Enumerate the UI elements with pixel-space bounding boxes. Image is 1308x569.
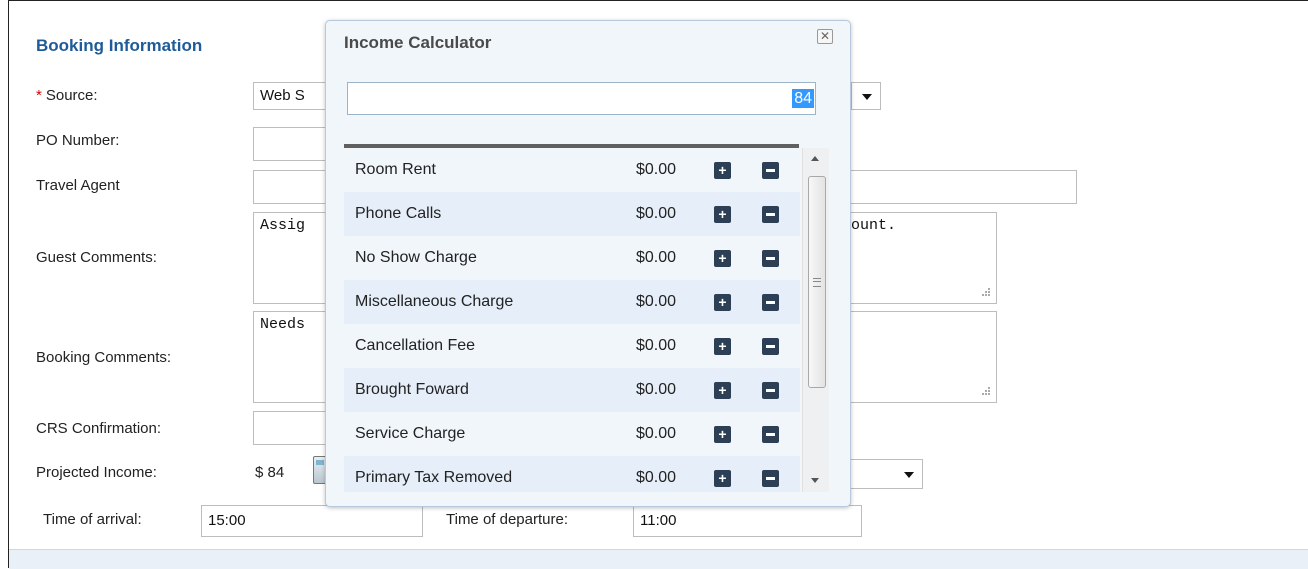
add-charge-button[interactable]: +	[714, 206, 731, 223]
crs-confirmation-input[interactable]	[253, 411, 333, 445]
add-charge-button[interactable]: +	[714, 162, 731, 179]
charge-amount: $0.00	[636, 205, 677, 222]
arrival-label: Time of arrival:	[43, 511, 142, 528]
booking-comments-textarea-right[interactable]	[840, 311, 997, 403]
resize-grip-icon[interactable]	[981, 287, 991, 297]
booking-comments-label: Booking Comments:	[36, 349, 172, 366]
charge-list: Room Rent $0.00 + Phone Calls $0.00 + No…	[344, 148, 800, 492]
source-label-text: Source:	[45, 87, 98, 104]
income-calculator-dialog: Income Calculator ✕ 84 Room Rent $0.00 +…	[325, 20, 851, 507]
charge-label: Room Rent	[355, 161, 436, 178]
charge-row: Cancellation Fee $0.00 +	[344, 324, 800, 368]
remove-charge-button[interactable]	[762, 206, 779, 223]
arrival-input[interactable]: 15:00	[201, 505, 423, 537]
add-charge-button[interactable]: +	[714, 338, 731, 355]
remove-charge-button[interactable]	[762, 382, 779, 399]
crs-confirmation-label: CRS Confirmation:	[36, 420, 162, 437]
departure-input[interactable]: 11:00	[633, 505, 862, 537]
remove-charge-button[interactable]	[762, 250, 779, 267]
po-number-input[interactable]	[253, 127, 333, 161]
add-charge-button[interactable]: +	[714, 382, 731, 399]
charge-row: Room Rent $0.00 +	[344, 148, 800, 192]
po-number-label: PO Number:	[36, 132, 120, 149]
add-charge-button[interactable]: +	[714, 294, 731, 311]
required-marker: *	[36, 87, 42, 104]
remove-charge-button[interactable]	[762, 162, 779, 179]
source-label: * Source:	[36, 87, 98, 104]
charge-list-scrollbar[interactable]	[802, 148, 829, 492]
charge-label: Cancellation Fee	[355, 337, 476, 354]
add-charge-button[interactable]: +	[714, 250, 731, 267]
charge-label: Miscellaneous Charge	[355, 293, 514, 310]
travel-agent-input-left[interactable]	[253, 170, 333, 204]
charge-row: Brought Foward $0.00 +	[344, 368, 800, 412]
charge-amount: $0.00	[636, 469, 677, 486]
charge-label: Primary Tax Removed	[355, 469, 513, 486]
booking-comments-textarea[interactable]: Needs	[253, 311, 333, 403]
scroll-up-icon[interactable]	[811, 156, 819, 161]
guest-comments-visible-end: ount.	[851, 217, 897, 234]
departure-label: Time of departure:	[446, 511, 568, 528]
dialog-title: Income Calculator	[344, 33, 492, 52]
chevron-down-icon	[862, 94, 872, 100]
charge-amount: $0.00	[636, 249, 677, 266]
charge-row: Phone Calls $0.00 +	[344, 192, 800, 236]
charge-amount: $0.00	[636, 337, 677, 354]
calculator-total-input[interactable]: 84	[347, 82, 816, 115]
charge-label: Phone Calls	[355, 205, 442, 222]
charge-row: Miscellaneous Charge $0.00 +	[344, 280, 800, 324]
footer-band	[9, 549, 1308, 569]
remove-charge-button[interactable]	[762, 470, 779, 487]
charge-label: Brought Foward	[355, 381, 469, 398]
projected-income-label: Projected Income:	[36, 464, 157, 481]
add-charge-button[interactable]: +	[714, 470, 731, 487]
charge-label: No Show Charge	[355, 249, 477, 266]
add-charge-button[interactable]: +	[714, 426, 731, 443]
projected-income-value: $ 84	[255, 464, 285, 481]
remove-charge-button[interactable]	[762, 294, 779, 311]
resize-grip-icon[interactable]	[981, 386, 991, 396]
charge-amount: $0.00	[636, 161, 677, 178]
chevron-down-icon	[904, 472, 914, 478]
guest-comments-textarea-right[interactable]: ount.	[840, 212, 997, 304]
grip-icon	[813, 278, 821, 287]
source-select[interactable]: Web S	[253, 82, 333, 110]
travel-agent-label: Travel Agent	[36, 177, 120, 194]
remove-charge-button[interactable]	[762, 426, 779, 443]
guest-comments-textarea[interactable]: Assig	[253, 212, 333, 304]
charge-label: Service Charge	[355, 425, 466, 442]
remove-charge-button[interactable]	[762, 338, 779, 355]
section-title: Booking Information	[36, 36, 203, 55]
source-select-value: Web S	[260, 87, 305, 104]
charge-amount: $0.00	[636, 425, 677, 442]
close-icon[interactable]: ✕	[817, 29, 833, 44]
source-dropdown-toggle[interactable]	[851, 82, 881, 110]
scroll-down-icon[interactable]	[811, 478, 819, 483]
charge-row: Primary Tax Removed $0.00 +	[344, 456, 800, 492]
charge-amount: $0.00	[636, 381, 677, 398]
projected-income-select[interactable]	[840, 459, 923, 489]
scroll-thumb[interactable]	[808, 176, 826, 388]
charge-row: Service Charge $0.00 +	[344, 412, 800, 456]
calculator-total-value: 84	[792, 89, 814, 108]
charge-row: No Show Charge $0.00 +	[344, 236, 800, 280]
travel-agent-input[interactable]	[840, 170, 1077, 204]
guest-comments-label: Guest Comments:	[36, 249, 157, 266]
charge-amount: $0.00	[636, 293, 677, 310]
